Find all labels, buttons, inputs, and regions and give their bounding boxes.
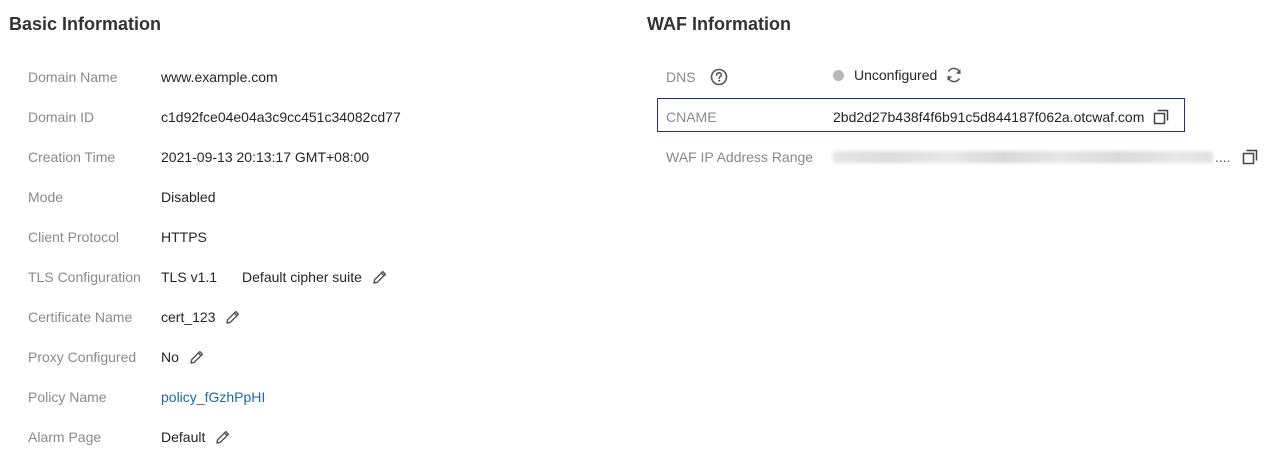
- proxy-configured-text: No: [161, 349, 179, 365]
- pencil-icon[interactable]: [214, 428, 232, 446]
- domain-details-page: Basic Information WAF Information Domain…: [0, 0, 1275, 453]
- policy-name-row: Policy Name policy_fGzhPpHI: [28, 387, 588, 407]
- redacted-ip-range: [833, 151, 1213, 163]
- dns-row: DNS Unconfigured: [666, 67, 1266, 87]
- ip-range-ellipsis: ....: [1215, 149, 1231, 165]
- pencil-icon[interactable]: [188, 348, 206, 366]
- status-dot: [833, 69, 844, 81]
- tls-configuration-value: TLS v1.1 Default cipher suite: [161, 267, 389, 287]
- creation-time-value: 2021-09-13 20:13:17 GMT+08:00: [161, 149, 370, 165]
- waf-ip-range-row: WAF IP Address Range ....: [666, 147, 1266, 167]
- pencil-icon[interactable]: [371, 268, 389, 286]
- domain-id-label: Domain ID: [28, 109, 95, 125]
- certificate-name-row: Certificate Name cert_123: [28, 307, 588, 327]
- domain-id-value: c1d92fce04e04a3c9cc451c34082cd77: [161, 109, 401, 125]
- question-circle-icon[interactable]: [710, 68, 728, 86]
- mode-label: Mode: [28, 189, 64, 205]
- basic-information-title: Basic Information: [9, 14, 162, 34]
- proxy-configured-value: No: [161, 347, 206, 367]
- mode-row: Mode Disabled: [28, 187, 588, 207]
- cname-value-group: 2bd2d27b438f4f6b91c5d844187f062a.otcwaf.…: [833, 107, 1170, 127]
- tls-version: TLS v1.1: [161, 269, 218, 285]
- client-protocol-row: Client Protocol HTTPS: [28, 227, 588, 247]
- creation-time-row: Creation Time 2021-09-13 20:13:17 GMT+08…: [28, 147, 588, 167]
- client-protocol-label: Client Protocol: [28, 229, 120, 245]
- client-protocol-value: HTTPS: [161, 229, 207, 245]
- refresh-icon[interactable]: [944, 65, 964, 85]
- certificate-name-text: cert_123: [161, 309, 216, 325]
- copy-icon[interactable]: [1241, 148, 1259, 166]
- dns-status-text: Unconfigured: [854, 67, 938, 83]
- domain-name-label: Domain Name: [28, 69, 118, 85]
- certificate-name-label: Certificate Name: [28, 309, 133, 325]
- waf-information-title: WAF Information: [647, 14, 791, 34]
- alarm-page-row: Alarm Page Default: [28, 427, 588, 447]
- domain-name-value: www.example.com: [161, 69, 278, 85]
- mode-value: Disabled: [161, 189, 216, 205]
- waf-ip-range-value: ....: [833, 147, 1259, 167]
- pencil-icon[interactable]: [224, 308, 242, 326]
- waf-ip-range-label: WAF IP Address Range: [666, 149, 814, 165]
- certificate-name-value: cert_123: [161, 307, 242, 327]
- cname-value[interactable]: 2bd2d27b438f4f6b91c5d844187f062a.otcwaf.…: [833, 107, 1144, 127]
- policy-name-link[interactable]: policy_fGzhPpHI: [161, 387, 265, 407]
- domain-id-row: Domain ID c1d92fce04e04a3c9cc451c34082cd…: [28, 107, 588, 127]
- tls-configuration-label: TLS Configuration: [28, 269, 141, 285]
- dns-status: Unconfigured: [833, 65, 964, 85]
- tls-cipher-suite: Default cipher suite: [242, 269, 362, 285]
- dns-label-group: DNS: [666, 67, 728, 87]
- proxy-configured-label: Proxy Configured: [28, 349, 137, 365]
- cname-label: CNAME: [666, 109, 717, 125]
- copy-icon[interactable]: [1152, 108, 1170, 126]
- alarm-page-value: Default: [161, 427, 232, 447]
- dns-label: DNS: [666, 69, 696, 85]
- alarm-page-label: Alarm Page: [28, 429, 102, 445]
- creation-time-label: Creation Time: [28, 149, 116, 165]
- domain-name-row: Domain Name www.example.com: [28, 67, 588, 87]
- alarm-page-text: Default: [161, 429, 206, 445]
- cname-row: CNAME 2bd2d27b438f4f6b91c5d844187f062a.o…: [666, 107, 1266, 127]
- policy-name-label: Policy Name: [28, 389, 107, 405]
- proxy-configured-row: Proxy Configured No: [28, 347, 588, 367]
- tls-configuration-row: TLS Configuration TLS v1.1 Default ciphe…: [28, 267, 588, 287]
